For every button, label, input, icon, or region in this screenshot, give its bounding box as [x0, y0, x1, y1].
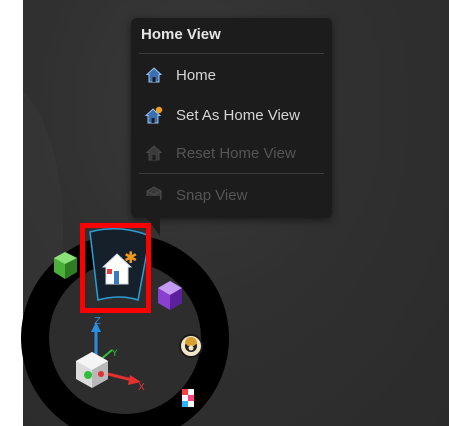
menu-item-label: Home — [176, 66, 217, 84]
flyout-title: Home View — [141, 26, 221, 43]
divider — [139, 53, 324, 54]
menu-item-label: Set As Home View — [176, 106, 300, 124]
flyout-pointer — [130, 196, 160, 236]
home-view-flyout: Home View Home Set As Home View Reset Ho… — [131, 18, 332, 218]
divider — [139, 173, 324, 174]
menu-item-label: Reset Home View — [176, 144, 296, 162]
steering-wheel-icon[interactable] — [179, 334, 203, 358]
set-home-icon — [143, 104, 165, 126]
menu-item-reset-home-view[interactable]: Reset Home View — [143, 140, 324, 166]
menu-item-home[interactable]: Home — [143, 62, 324, 88]
x-axis-label: X — [138, 382, 145, 393]
menu-item-snap-view[interactable]: Snap View — [143, 182, 324, 208]
checker-icon[interactable] — [182, 389, 194, 407]
menu-item-label: Snap View — [176, 186, 248, 204]
home-icon — [143, 64, 165, 86]
z-axis-label: Z — [94, 316, 101, 327]
svg-text:✱: ✱ — [124, 248, 137, 267]
reset-home-icon — [143, 142, 165, 164]
menu-item-set-as-home-view[interactable]: Set As Home View — [143, 102, 324, 128]
y-axis-label: Y — [111, 349, 118, 359]
